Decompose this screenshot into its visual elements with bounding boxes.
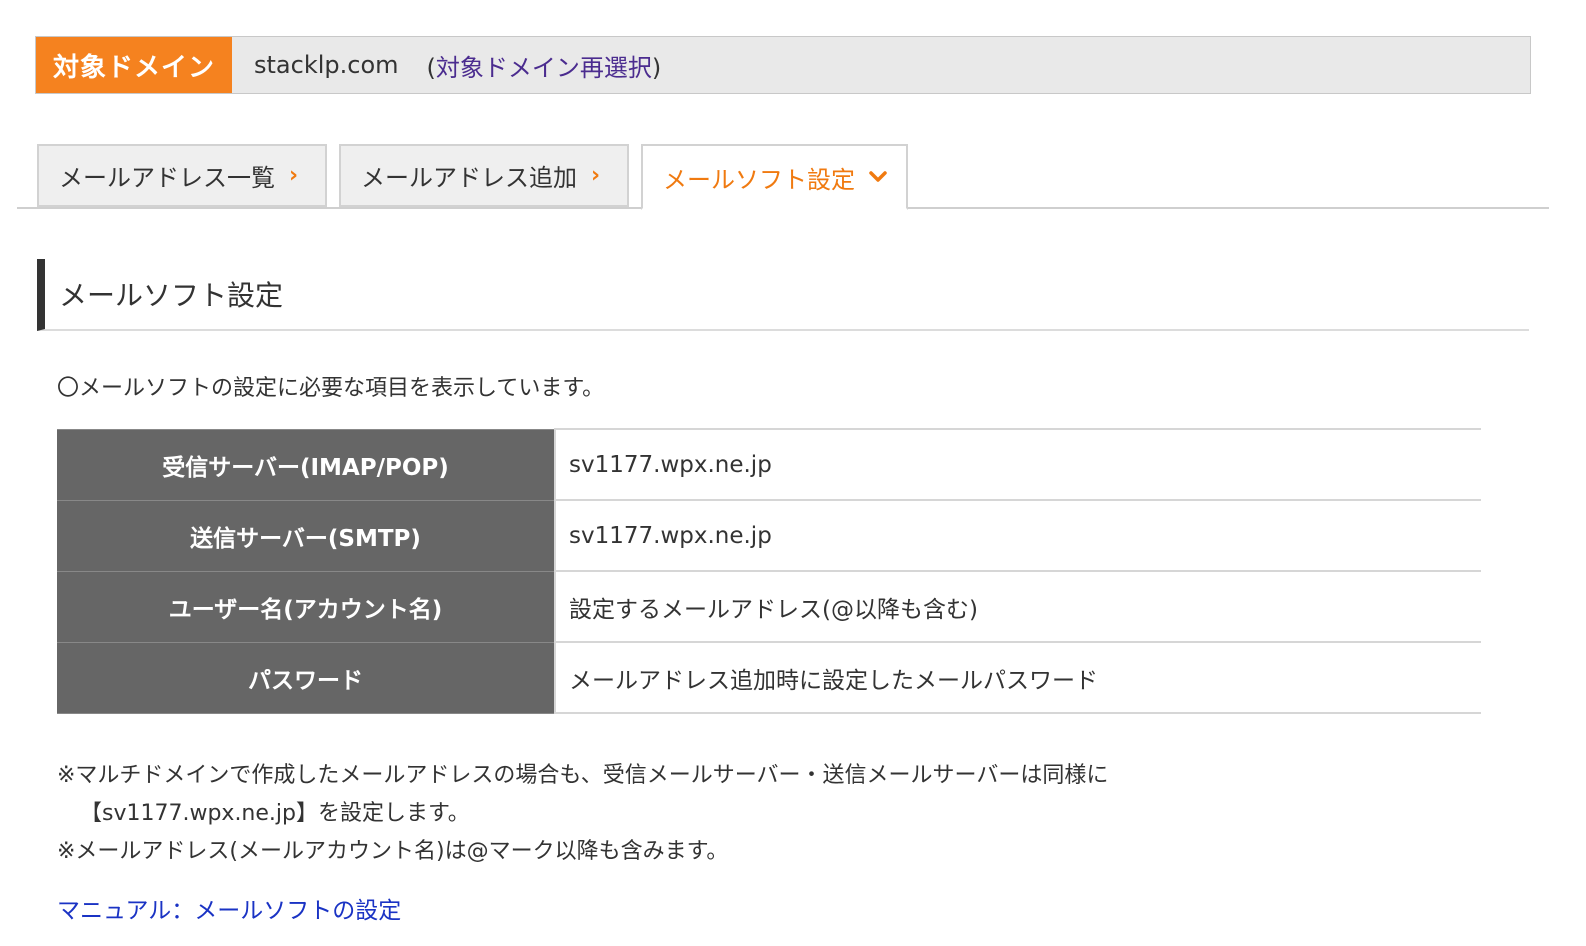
manual-link[interactable]: マニュアル：メールソフトの設定 — [57, 891, 401, 925]
domain-label: 対象ドメイン — [36, 37, 232, 93]
row-label: 受信サーバー(IMAP/POP) — [57, 428, 555, 501]
paren-close: ) — [651, 53, 662, 82]
domain-bar: 対象ドメイン stacklp.com (対象ドメイン再選択) — [35, 36, 1531, 94]
tab-mail-address-list[interactable]: メールアドレス一覧 › — [37, 144, 327, 207]
row-value: 設定するメールアドレス(@以降も含む) — [554, 570, 1481, 643]
row-label: ユーザー名(アカウント名) — [57, 570, 555, 643]
chevron-right-icon: › — [591, 163, 601, 188]
row-value: メールアドレス追加時に設定したメールパスワード — [554, 641, 1481, 714]
domain-reselect: (対象ドメイン再選択) — [427, 48, 662, 83]
paren-open: ( — [426, 53, 436, 82]
intro-text: 〇メールソフトの設定に必要な項目を表示しています。 — [57, 376, 605, 401]
table-row: パスワード メールアドレス追加時に設定したメールパスワード — [57, 641, 1481, 714]
table-row: ユーザー名(アカウント名) 設定するメールアドレス(@以降も含む) — [57, 570, 1481, 643]
domain-reselect-link[interactable]: 対象ドメイン再選択 — [436, 54, 652, 82]
table-row: 送信サーバー(SMTP) sv1177.wpx.ne.jp — [57, 499, 1481, 572]
tab-label: メールソフト設定 — [663, 165, 855, 194]
row-label: パスワード — [57, 641, 555, 714]
settings-table: 受信サーバー(IMAP/POP) sv1177.wpx.ne.jp 送信サーバー… — [57, 428, 1481, 714]
tab-label: メールアドレス追加 — [361, 164, 577, 192]
row-value: sv1177.wpx.ne.jp — [554, 499, 1481, 572]
tab-label: メールアドレス一覧 — [59, 164, 275, 192]
row-label: 送信サーバー(SMTP) — [57, 499, 555, 572]
tab-mail-address-add[interactable]: メールアドレス追加 › — [339, 144, 629, 207]
page: 対象ドメイン stacklp.com (対象ドメイン再選択) メールアドレス一覧… — [0, 0, 1586, 946]
section-title: メールソフト設定 — [37, 259, 1529, 331]
note-line: ※メールアドレス(メールアカウント名)は@マーク以降も含みます。 — [57, 839, 729, 864]
table-row: 受信サーバー(IMAP/POP) sv1177.wpx.ne.jp — [57, 428, 1481, 501]
note-line: ※マルチドメインで作成したメールアドレスの場合も、受信メールサーバー・送信メール… — [57, 763, 1109, 788]
row-value: sv1177.wpx.ne.jp — [554, 428, 1481, 501]
note-line: 【sv1177.wpx.ne.jp】を設定します。 — [80, 801, 470, 826]
domain-name: stacklp.com — [254, 51, 399, 79]
chevron-right-icon: › — [289, 163, 299, 188]
chevron-down-icon — [869, 171, 887, 183]
tab-mail-software-settings[interactable]: メールソフト設定 — [641, 144, 908, 210]
